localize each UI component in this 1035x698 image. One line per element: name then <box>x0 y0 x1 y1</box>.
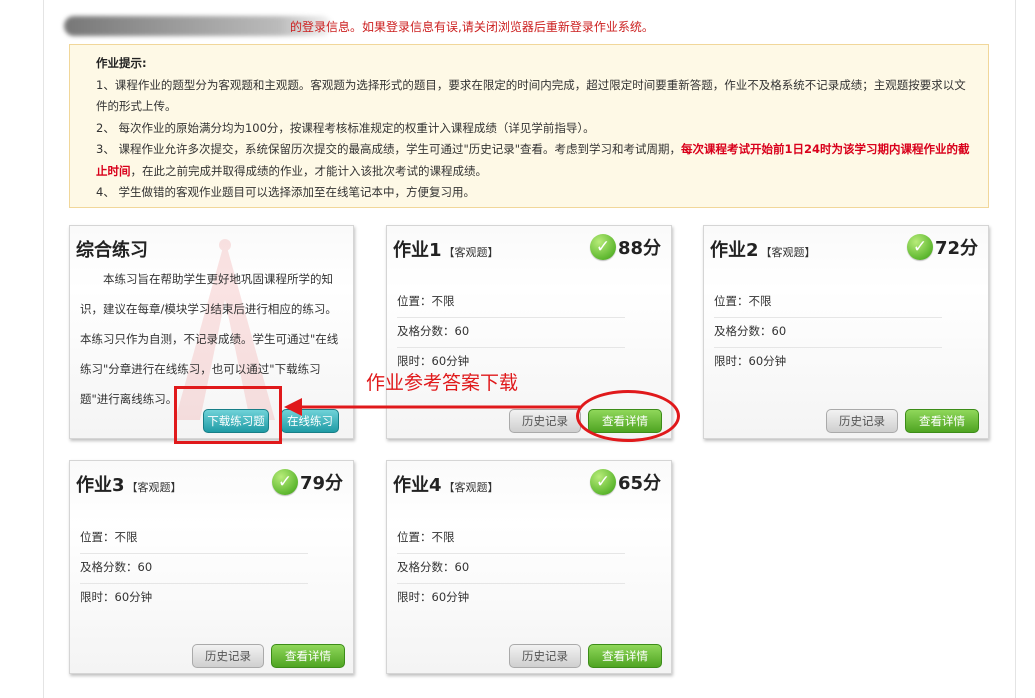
assignment-score: ✓ 88分 <box>589 234 661 260</box>
check-icon: ✓ <box>271 469 298 495</box>
tip-3-part-b: ，在此之前完成并取得成绩的作业，才能计入该批次考试的课程成绩。 <box>130 163 488 178</box>
check-icon: ✓ <box>589 234 616 260</box>
assignment-card-4: 作业4 【客观题】 ✓ 65分 位置：不限 及格分数：60 限时：60分钟 历史记录… <box>386 460 672 674</box>
tip-4: 4、 学生做错的客观作业题目可以选择添加至在线笔记本中，方便复习用。 <box>96 185 475 199</box>
annotation-label: 作业参考答案下载 <box>366 372 519 394</box>
assignment-score: ✓ 65分 <box>589 469 661 495</box>
assignment-title: 作业1 【客观题】 <box>393 236 499 262</box>
assignment-type: 【客观题】 <box>760 246 816 259</box>
assignment-name: 作业4 <box>393 475 442 496</box>
assignment-card-3: 作业3 【客观题】 ✓ 79分 位置：不限 及格分数：60 限时：60分钟 历史记录… <box>69 460 354 674</box>
position-info: 位置：不限 <box>397 529 625 554</box>
time-limit-info: 限时：60分钟 <box>397 590 470 604</box>
pass-score-info: 及格分数：60 <box>397 323 625 348</box>
position-info: 位置：不限 <box>714 293 942 318</box>
annotation-arrow-icon <box>284 398 580 416</box>
view-details-button[interactable]: 查看详情 <box>588 644 662 668</box>
tip-1: 1、课程作业的题型分为客观题和主观题。客观题为选择形式的题目，要求在限定的时间内… <box>96 77 966 114</box>
score-value: 65分 <box>617 473 661 494</box>
pass-score-info: 及格分数：60 <box>714 323 942 348</box>
assignment-title: 作业3 【客观题】 <box>76 471 182 497</box>
assignment-name: 作业3 <box>76 475 125 496</box>
position-info: 位置：不限 <box>80 529 308 554</box>
assignment-name: 作业2 <box>710 240 759 261</box>
position-info: 位置：不限 <box>397 293 625 318</box>
assignment-type: 【客观题】 <box>126 481 182 494</box>
details-highlight-oval <box>576 390 680 442</box>
score-value: 88分 <box>617 238 661 259</box>
tip-2: 2、 每次作业的原始满分均为100分，按课程考核标准规定的权重计入课程成绩（详见… <box>96 120 595 135</box>
practice-title: 综合练习 <box>76 240 148 261</box>
history-button[interactable]: 历史记录 <box>826 409 898 433</box>
history-button[interactable]: 历史记录 <box>192 644 264 668</box>
assignment-type: 【客观题】 <box>443 481 499 494</box>
check-icon: ✓ <box>906 234 933 260</box>
assignment-card-2: 作业2 【客观题】 ✓ 72分 位置：不限 及格分数：60 限时：60分钟 历史记录… <box>703 225 989 439</box>
time-limit-info: 限时：60分钟 <box>714 354 787 368</box>
download-highlight-box <box>174 386 282 444</box>
pass-score-info: 及格分数：60 <box>397 559 625 584</box>
assignment-score: ✓ 72分 <box>906 234 978 260</box>
tips-title: 作业提示: <box>96 56 147 70</box>
tip-3-part-a: 3、 课程作业允许多次提交，系统保留历次提交的最高成绩，学生可通过"历史记录"查… <box>96 142 682 156</box>
assignment-score: ✓ 79分 <box>271 469 343 495</box>
assignment-name: 作业1 <box>393 240 442 261</box>
score-value: 79分 <box>299 473 343 494</box>
history-button[interactable]: 历史记录 <box>509 644 581 668</box>
view-details-button[interactable]: 查看详情 <box>905 409 979 433</box>
check-icon: ✓ <box>589 469 616 495</box>
assignment-type: 【客观题】 <box>443 246 499 259</box>
view-details-button[interactable]: 查看详情 <box>271 644 345 668</box>
assignment-title: 作业4 【客观题】 <box>393 471 499 497</box>
time-limit-info: 限时：60分钟 <box>80 590 153 604</box>
assignment-tips-panel: 作业提示: 1、课程作业的题型分为客观题和主观题。客观题为选择形式的题目，要求在… <box>69 44 989 208</box>
pass-score-info: 及格分数：60 <box>80 559 308 584</box>
assignment-title: 作业2 【客观题】 <box>710 236 816 262</box>
tip-3: 3、 课程作业允许多次提交，系统保留历次提交的最高成绩，学生可通过"历史记录"查… <box>96 139 976 182</box>
login-notice: 的登录信息。如果登录信息有误,请关闭浏览器后重新登录作业系统。 <box>64 16 964 36</box>
score-value: 72分 <box>934 238 978 259</box>
login-notice-text: 的登录信息。如果登录信息有误,请关闭浏览器后重新登录作业系统。 <box>290 20 654 34</box>
